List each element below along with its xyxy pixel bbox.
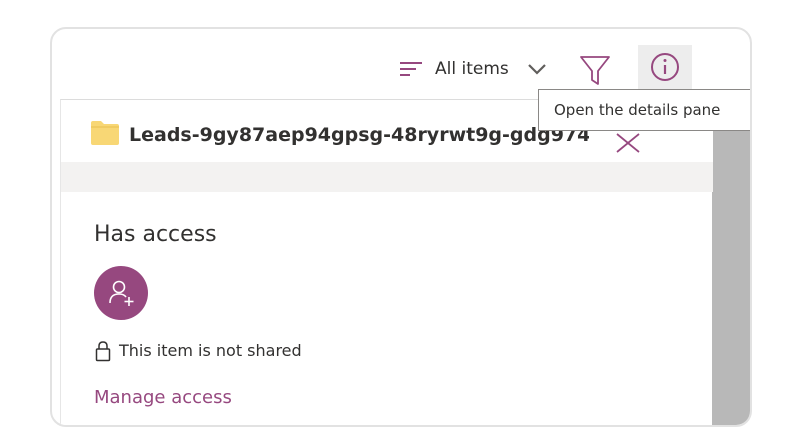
file-name: Leads-9gy87aep94gpsg-48ryrwt9g-gdg974...: [129, 124, 589, 146]
has-access-heading: Has access: [94, 222, 217, 247]
list-lines-icon[interactable]: [399, 59, 423, 79]
add-person-icon: [109, 280, 134, 306]
chevron-down-icon[interactable]: [526, 59, 548, 79]
filter-icon[interactable]: [578, 53, 612, 87]
details-pane-button[interactable]: [638, 45, 692, 89]
sharing-status: This item is not shared: [119, 341, 302, 360]
add-person-button[interactable]: [94, 266, 148, 320]
details-card: All items Leads-9gy87aep94gpsg-48ryrwt9g…: [50, 27, 752, 427]
folder-icon: [90, 120, 120, 146]
close-icon[interactable]: [615, 130, 641, 156]
section-divider: [61, 162, 713, 192]
lock-icon: [95, 340, 111, 362]
details-pane-tooltip: Open the details pane: [538, 89, 750, 131]
details-pane: Leads-9gy87aep94gpsg-48ryrwt9g-gdg974...…: [60, 99, 713, 425]
manage-access-link[interactable]: Manage access: [94, 387, 232, 409]
info-icon: [651, 53, 679, 81]
view-selector-label[interactable]: All items: [435, 58, 509, 80]
scroll-track[interactable]: [712, 119, 750, 425]
